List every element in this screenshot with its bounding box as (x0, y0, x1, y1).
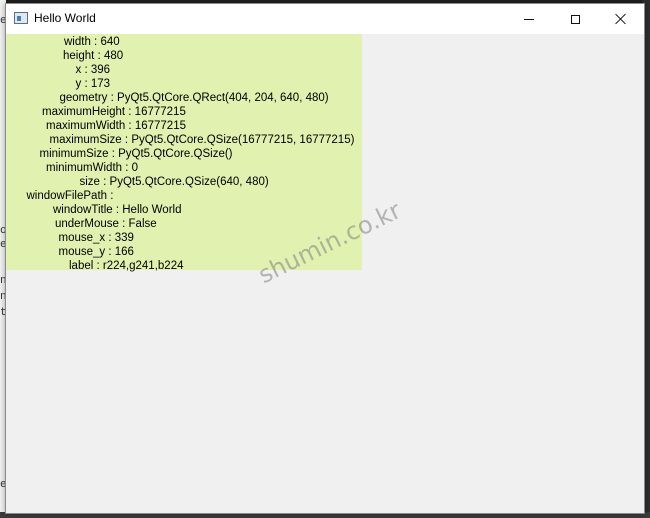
info-value: 480 (103, 50, 124, 62)
close-icon (615, 13, 627, 25)
info-separator: : (122, 162, 132, 174)
hello-world-window[interactable]: Hello World width : 640 height : 480 x : 3… (5, 3, 645, 514)
info-separator: : (99, 176, 110, 188)
info-value: r224,g241,b224 (102, 260, 184, 272)
info-separator: : (93, 260, 103, 272)
info-line-maximumsize: maximumSize : PyQt5.QtCore.QSize(1677721… (50, 133, 355, 147)
window-title: Hello World (34, 11, 96, 25)
info-line-size: size : PyQt5.QtCore.QSize(640, 480) (80, 175, 269, 189)
info-line-minimumwidth: minimumWidth : 0 (46, 161, 138, 175)
info-value: 166 (114, 246, 134, 258)
info-separator: : (81, 64, 91, 76)
info-key: minimumWidth (46, 162, 123, 174)
close-button[interactable] (598, 4, 644, 34)
info-line-geometry: geometry : PyQt5.QtCore.QRect(404, 204, … (60, 91, 329, 105)
maximize-icon (570, 14, 580, 24)
info-separator: : (81, 78, 91, 90)
info-line-windowtitle: windowTitle : Hello World (53, 203, 181, 217)
info-key: mouse_x (58, 232, 106, 244)
info-value: 339 (114, 232, 134, 244)
info-line-undermouse: underMouse : False (55, 217, 157, 231)
info-value: 0 (131, 162, 139, 174)
info-line-mouse-x: mouse_x : 339 (59, 231, 134, 245)
info-line-width: width : 640 (64, 35, 120, 49)
title-bar[interactable]: Hello World (6, 4, 644, 34)
info-key: minimumSize (39, 148, 109, 160)
info-separator: : (121, 134, 132, 146)
info-separator: : (105, 232, 115, 244)
minimize-button[interactable] (506, 4, 552, 34)
window-client-area: width : 640 height : 480 x : 396 y : 173 geo… (6, 34, 644, 513)
info-value: 16777215 (134, 106, 186, 118)
info-separator: : (105, 246, 115, 258)
info-value: 396 (90, 64, 111, 76)
info-key: mouse_y (58, 246, 106, 258)
info-key: label (69, 260, 94, 272)
info-value: 173 (90, 78, 111, 90)
info-key: underMouse (55, 218, 119, 230)
info-line-height: height : 480 (63, 49, 123, 63)
info-key: height (63, 50, 95, 62)
app-window-icon[interactable] (14, 12, 28, 24)
info-line-maximumwidth: maximumWidth : 16777215 (46, 119, 186, 133)
info-value: 16777215 (134, 120, 186, 132)
info-value: PyQt5.QtCore.QSize(640, 480) (109, 176, 269, 188)
info-separator: : (108, 148, 119, 160)
info-line-minimumsize: minimumSize : PyQt5.QtCore.QSize() (40, 147, 233, 161)
info-line-mouse-y: mouse_y : 166 (59, 245, 134, 259)
info-separator: : (90, 36, 101, 48)
minimize-icon (524, 18, 534, 20)
info-key: width (64, 36, 91, 48)
widget-info-label: width : 640 height : 480 x : 396 y : 173 geo… (6, 34, 362, 273)
info-separator: : (118, 218, 129, 230)
info-value: PyQt5.QtCore.QRect(404, 204, 640, 480) (117, 92, 329, 104)
info-key: size (79, 176, 100, 188)
info-value: Hello World (122, 204, 182, 216)
info-key: windowFilePath (26, 190, 108, 202)
info-line-windowfilepath: windowFilePath : (27, 189, 114, 203)
info-value: PyQt5.QtCore.QSize() (118, 148, 233, 160)
info-value: False (128, 218, 157, 230)
info-value: 640 (100, 36, 120, 48)
info-key: maximumSize (49, 134, 122, 146)
info-separator: : (125, 106, 135, 118)
info-key: windowTitle (53, 204, 113, 216)
info-line-label: label : r224,g241,b224 (69, 259, 183, 273)
info-separator: : (125, 120, 135, 132)
info-separator: : (94, 50, 104, 62)
info-key: maximumHeight (42, 106, 126, 118)
info-line-x: x : 396 (76, 63, 111, 77)
info-line-y: y : 173 (76, 77, 111, 91)
info-separator: : (112, 204, 123, 216)
info-key: maximumWidth (46, 120, 126, 132)
info-line-maximumheight: maximumHeight : 16777215 (42, 105, 186, 119)
info-separator: : (107, 190, 114, 202)
info-key: geometry (59, 92, 108, 104)
maximize-button[interactable] (552, 4, 598, 34)
info-value: PyQt5.QtCore.QSize(16777215, 16777215) (131, 134, 355, 146)
info-separator: : (107, 92, 118, 104)
